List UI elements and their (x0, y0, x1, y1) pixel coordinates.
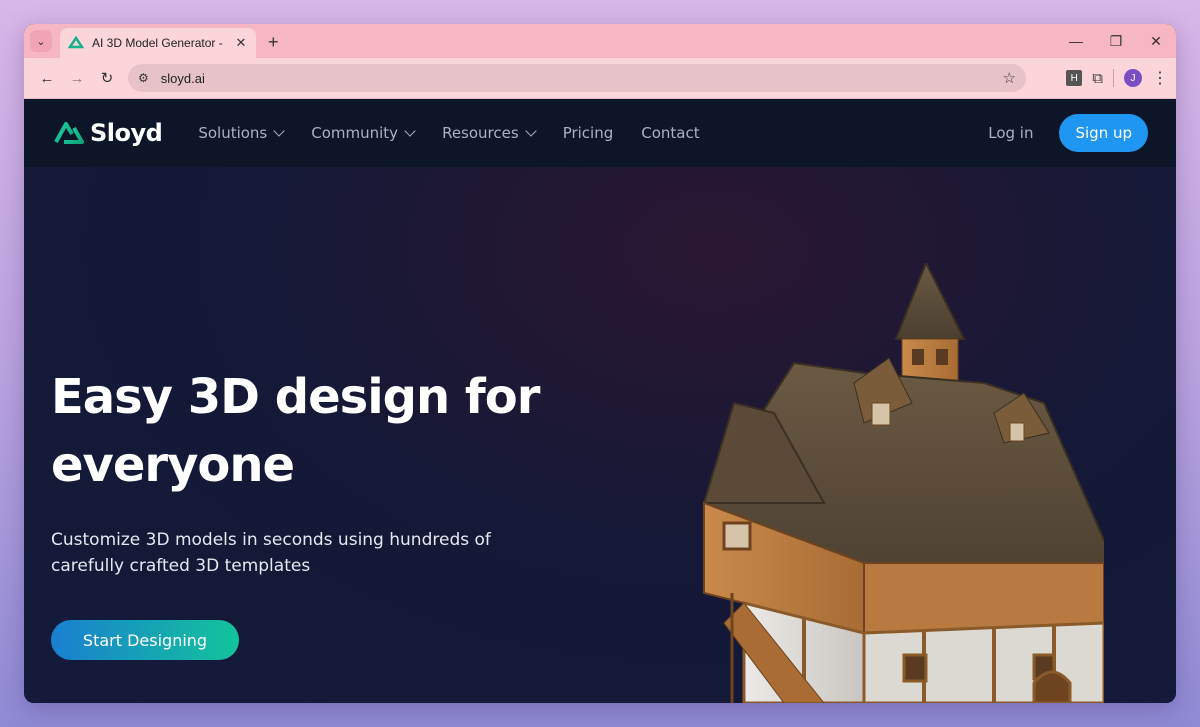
3d-house-model-image (702, 263, 1104, 703)
browser-window: ⌄ AI 3D Model Generator - Create ✕ + — ❐… (24, 24, 1176, 703)
nav-community[interactable]: Community (311, 124, 416, 142)
nav-contact[interactable]: Contact (641, 124, 699, 142)
start-designing-button[interactable]: Start Designing (51, 620, 239, 660)
sloyd-logo[interactable]: Sloyd (52, 116, 163, 150)
auth-actions: Log in Sign up (988, 99, 1148, 167)
sloyd-page: Sloyd Solutions Community Resources Pric… (24, 99, 1176, 703)
sloyd-logo-icon (54, 122, 84, 144)
chevron-down-icon (404, 125, 416, 137)
restore-button[interactable]: ❐ (1096, 24, 1136, 58)
nav-pricing[interactable]: Pricing (563, 124, 614, 142)
bookmark-star-icon[interactable]: ☆ (1003, 69, 1016, 87)
tab-title: AI 3D Model Generator - Create (92, 36, 226, 50)
profile-avatar[interactable]: J (1124, 69, 1142, 87)
hero-title: Easy 3D design for everyone (51, 369, 540, 493)
hero-subtitle: Customize 3D models in seconds using hun… (51, 530, 491, 576)
tab-active[interactable]: AI 3D Model Generator - Create ✕ (60, 28, 256, 58)
close-window-button[interactable]: ✕ (1136, 24, 1176, 58)
chevron-down-icon (273, 125, 285, 137)
logo-text: Sloyd (90, 119, 163, 147)
back-button[interactable]: ← (32, 63, 62, 93)
chevron-down-icon: ⌄ (36, 35, 46, 48)
reload-button[interactable]: ↻ (92, 63, 122, 93)
site-settings-icon[interactable]: ⚙ (138, 71, 149, 85)
nav-solutions-label: Solutions (198, 124, 268, 142)
address-bar[interactable]: ⚙ sloyd.ai ☆ (128, 64, 1026, 92)
extension-h-icon[interactable]: H (1066, 70, 1083, 86)
window-controls: — ❐ ✕ (1056, 24, 1176, 58)
nav-community-label: Community (311, 124, 399, 142)
tab-strip: ⌄ AI 3D Model Generator - Create ✕ + — ❐… (24, 24, 1176, 58)
new-tab-button[interactable]: + (268, 32, 279, 53)
browser-menu-icon[interactable]: ⋮ (1152, 68, 1168, 88)
url-text[interactable]: sloyd.ai (161, 71, 991, 86)
main-menu: Solutions Community Resources Pricing Co… (198, 124, 699, 142)
extensions-area: H ⧉ J ⋮ (1066, 64, 1168, 92)
tab-search-button[interactable]: ⌄ (30, 30, 52, 52)
nav-contact-label: Contact (641, 124, 700, 142)
nav-resources[interactable]: Resources (442, 124, 537, 142)
site-header: Sloyd Solutions Community Resources Pric… (24, 99, 1176, 167)
toolbar-divider (1113, 69, 1114, 87)
signup-button[interactable]: Sign up (1059, 114, 1148, 152)
hero-section: Easy 3D design for everyone Customize 3D… (24, 167, 1176, 703)
extensions-puzzle-icon[interactable]: ⧉ (1092, 70, 1103, 87)
minimize-button[interactable]: — (1056, 24, 1096, 58)
sloyd-favicon-icon (68, 35, 84, 49)
forward-button[interactable]: → (62, 63, 92, 93)
browser-toolbar: ← → ↻ ⚙ sloyd.ai ☆ H ⧉ J ⋮ (24, 58, 1176, 99)
chevron-down-icon (525, 125, 537, 137)
tab-close-icon[interactable]: ✕ (234, 35, 248, 51)
nav-pricing-label: Pricing (562, 124, 614, 142)
login-link[interactable]: Log in (988, 124, 1033, 142)
nav-resources-label: Resources (442, 124, 519, 142)
nav-solutions[interactable]: Solutions (198, 124, 285, 142)
